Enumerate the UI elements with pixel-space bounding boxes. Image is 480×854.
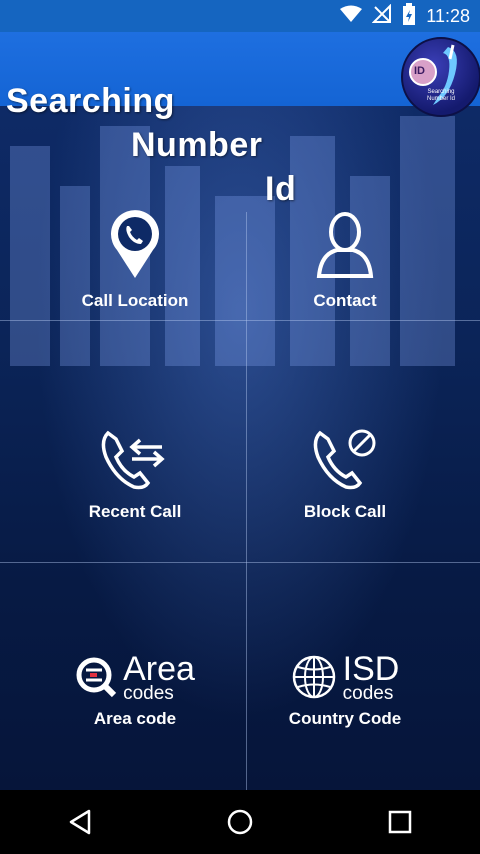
tile-contact[interactable]: Contact (230, 190, 460, 330)
tile-label: Call Location (81, 290, 189, 310)
logo-text: Searching Number Id (426, 89, 455, 102)
tile-label: Contact (313, 290, 377, 310)
navigation-bar (0, 790, 480, 854)
wifi-icon (340, 5, 363, 28)
recents-button[interactable] (370, 792, 430, 852)
tile-country-code[interactable]: ISD codes Country Code (230, 620, 460, 760)
tile-block-call[interactable]: Block Call (230, 404, 460, 544)
isd-logo-subword: codes (342, 682, 394, 704)
isd-codes-icon: ISD codes (291, 649, 400, 704)
tile-label: Block Call (303, 501, 387, 521)
tile-label: Country Code (288, 708, 402, 728)
status-time: 11:28 (426, 5, 470, 26)
tile-label: Recent Call (88, 501, 182, 521)
grid-divider-horizontal-2 (0, 562, 480, 563)
battery-icon (402, 2, 416, 30)
tile-label: Area code (93, 708, 177, 728)
location-pin-phone-icon (109, 209, 161, 285)
status-icons: 11:28 (340, 2, 470, 30)
back-button[interactable] (50, 792, 110, 852)
back-icon (69, 809, 91, 835)
home-button[interactable] (210, 792, 270, 852)
app-logo: ID Searching Number Id (401, 37, 480, 117)
area-logo-subword: codes (123, 682, 174, 704)
tile-area-code[interactable]: Area codes Area code (20, 620, 250, 760)
isd-logo-word: ISD (342, 649, 400, 688)
home-icon (227, 809, 253, 835)
status-bar: 11:28 (0, 0, 480, 32)
app-title-line-1: Searching (6, 82, 175, 120)
area-logo-word: Area (123, 649, 195, 688)
phone-block-icon (310, 427, 380, 496)
logo-letters: ID (414, 65, 425, 77)
tile-call-location[interactable]: Call Location (20, 190, 250, 330)
no-signal-icon (371, 3, 392, 29)
app-title-line-2: Number (131, 126, 263, 164)
recents-icon (388, 810, 412, 834)
person-icon (315, 210, 375, 285)
tile-recent-call[interactable]: Recent Call (20, 404, 250, 544)
phone-arrows-icon (98, 427, 172, 496)
area-codes-icon: Area codes (75, 652, 195, 703)
